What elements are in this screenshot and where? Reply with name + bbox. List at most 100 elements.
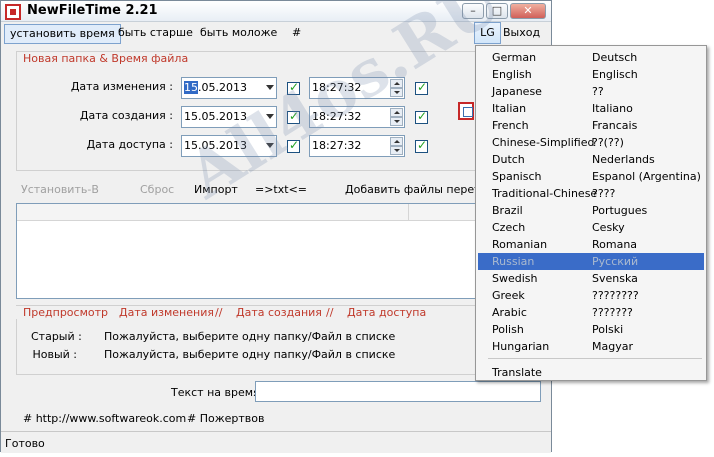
language-native-name: Cesky — [592, 221, 625, 234]
language-item[interactable]: Russian Русский — [478, 253, 704, 270]
donate-link[interactable]: # Пожертвов — [187, 412, 264, 425]
language-item[interactable]: Italian Italiano — [478, 100, 704, 117]
language-item[interactable]: Greek???????? — [478, 287, 704, 304]
language-native-name: ???????? — [592, 289, 639, 302]
translate-menu-item[interactable]: Translate — [478, 364, 704, 381]
modified-date-checkbox[interactable] — [287, 80, 300, 95]
preview-created-link[interactable]: Дата создания — [234, 306, 324, 319]
language-item[interactable]: Japanese?? — [478, 83, 704, 100]
language-english-name: Japanese — [492, 85, 542, 98]
language-item[interactable]: French Francais — [478, 117, 704, 134]
accessed-date-picker[interactable]: 15.05.2013 — [181, 135, 277, 157]
accessed-date-label: Дата доступа : — [86, 138, 173, 151]
chevron-down-icon — [266, 114, 274, 119]
time-text-label: Текст на время — [171, 386, 260, 399]
reset-button[interactable]: Сброс — [140, 183, 174, 196]
language-native-name: Romana — [592, 238, 638, 251]
created-date-checkbox[interactable] — [287, 109, 300, 124]
menu-set-time[interactable]: установить время — [4, 24, 121, 44]
language-native-name: Espanol (Argentina) — [592, 170, 701, 183]
language-english-name: Russian — [492, 255, 535, 268]
language-item[interactable]: Dutch Nederlands — [478, 151, 704, 168]
language-item[interactable]: German Deutsch — [478, 49, 704, 66]
column-separator[interactable] — [408, 204, 409, 221]
preview-label: Предпросмотр — [21, 306, 110, 319]
accessed-date-text: 15.05.2013 — [184, 139, 247, 152]
modified-time-text: 18:27:32 — [312, 81, 362, 94]
modified-time-picker[interactable]: 18:27:32 — [309, 77, 405, 99]
language-item[interactable]: Polish Polski — [478, 321, 704, 338]
language-button[interactable]: LG — [474, 22, 501, 44]
modified-date-picker[interactable]: 15.05.2013 — [181, 77, 277, 99]
language-item[interactable]: Chinese-Simplified ??(??) — [478, 134, 704, 151]
maximize-button[interactable]: □ — [486, 3, 508, 19]
language-native-name: ?? — [592, 85, 604, 98]
language-item[interactable]: Romanian Romana — [478, 236, 704, 253]
chevron-down-icon — [266, 143, 274, 148]
file-list[interactable] — [16, 203, 543, 299]
language-english-name: Italian — [492, 102, 527, 115]
language-item[interactable]: Spanisch Espanol (Argentina) — [478, 168, 704, 185]
language-english-name: Dutch — [492, 153, 525, 166]
spin-down-icon[interactable] — [390, 117, 403, 126]
spin-up-icon[interactable] — [390, 79, 403, 88]
language-native-name: Svenska — [592, 272, 638, 285]
status-bar: Готово — [1, 431, 551, 453]
created-date-text: 15.05.2013 — [184, 110, 247, 123]
created-time-checkbox[interactable] — [415, 109, 428, 124]
language-english-name: Brazil — [492, 204, 523, 217]
new-value: Пожалуйста, выберите одну папку/Файл в с… — [104, 348, 396, 361]
language-item[interactable]: Brazil Portugues — [478, 202, 704, 219]
accessed-time-picker[interactable]: 18:27:32 — [309, 135, 405, 157]
menu-separator — [488, 358, 702, 359]
language-item[interactable]: Hungarian Magyar — [478, 338, 704, 355]
menu-hash[interactable]: # — [287, 24, 306, 44]
list-header[interactable] — [17, 204, 542, 221]
menu-younger[interactable]: быть моложе — [195, 24, 282, 44]
created-date-picker[interactable]: 15.05.2013 — [181, 106, 277, 128]
language-item[interactable]: English Englisch — [478, 66, 704, 83]
language-native-name: Portugues — [592, 204, 648, 217]
language-item[interactable]: Arabic??????? — [478, 304, 704, 321]
language-native-name: Deutsch — [592, 51, 638, 64]
spin-up-icon[interactable] — [390, 137, 403, 146]
language-item[interactable]: Czech Cesky — [478, 219, 704, 236]
modified-time-checkbox[interactable] — [415, 80, 428, 95]
accessed-time-text: 18:27:32 — [312, 139, 362, 152]
created-time-text: 18:27:32 — [312, 110, 362, 123]
calendar-icon[interactable] — [458, 102, 474, 120]
accessed-date-checkbox[interactable] — [287, 138, 300, 153]
modified-date-selection: 15 — [184, 81, 198, 94]
txt-export-button[interactable]: =>txt<= — [255, 183, 307, 196]
exit-menu-item[interactable]: Выход — [503, 24, 540, 42]
website-link[interactable]: # http://www.softwareok.com — [23, 412, 186, 425]
language-english-name: German — [492, 51, 537, 64]
language-menu: Translate German Deutsch English Englisch Ja… — [475, 45, 707, 381]
minimize-button[interactable]: – — [462, 3, 484, 19]
language-native-name: Englisch — [592, 68, 638, 81]
language-english-name: Swedish — [492, 272, 538, 285]
preview-modified-link[interactable]: Дата изменения — [117, 306, 216, 319]
language-native-name: Nederlands — [592, 153, 655, 166]
spin-down-icon[interactable] — [390, 146, 403, 155]
time-text-input[interactable] — [255, 381, 541, 402]
close-button[interactable]: ✕ — [510, 3, 546, 19]
language-native-name: ???? — [592, 187, 616, 200]
created-time-picker[interactable]: 18:27:32 — [309, 106, 405, 128]
import-button[interactable]: Импорт — [194, 183, 238, 196]
accessed-time-checkbox[interactable] — [415, 138, 428, 153]
add-files-button[interactable]: Добавить файлы перетас — [345, 183, 493, 196]
language-item[interactable]: Traditional-Chinese???? — [478, 185, 704, 202]
language-english-name: Romanian — [492, 238, 548, 251]
set-to-button[interactable]: Установить-В — [21, 183, 99, 196]
new-label: Новый : — [32, 348, 77, 361]
menu-older[interactable]: быть старше — [113, 24, 198, 44]
language-english-name: Czech — [492, 221, 526, 234]
preview-accessed-link[interactable]: Дата доступа — [345, 306, 429, 319]
language-item[interactable]: Swedish Svenska — [478, 270, 704, 287]
language-english-name: Polish — [492, 323, 524, 336]
spin-down-icon[interactable] — [390, 88, 403, 97]
spin-up-icon[interactable] — [390, 108, 403, 117]
language-english-name: Greek — [492, 289, 525, 302]
old-label: Старый : — [31, 330, 82, 343]
